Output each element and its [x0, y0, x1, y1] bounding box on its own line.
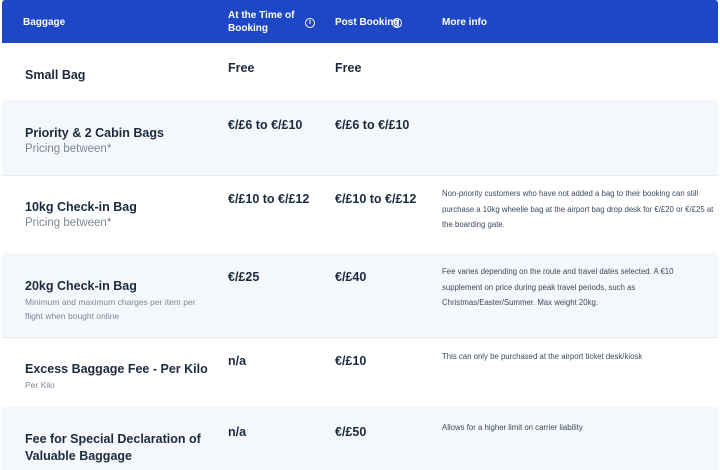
table-row: 10kg Check-in Bag Pricing between* €/£10… [2, 175, 718, 254]
price-post-booking: €/£10 to €/£12 [335, 192, 417, 206]
row-subtitle: Pricing between* [25, 217, 112, 229]
row-more-info: Allows for a higher limit on carrier lia… [442, 423, 583, 432]
row-title: Priority & 2 Cabin Bags [25, 126, 164, 140]
info-icon[interactable]: i [392, 18, 402, 28]
price-at-booking: €/£10 to €/£12 [228, 192, 310, 206]
price-post-booking: €/£50 [335, 425, 367, 439]
table-row: Small Bag Free Free [2, 43, 718, 101]
price-at-booking: €/£6 to €/£10 [228, 118, 303, 132]
row-subtitle: Per Kilo [25, 380, 55, 390]
row-more-info: Non-priority customers who have not adde… [442, 189, 714, 229]
price-post-booking: Free [335, 61, 362, 75]
table-header: Baggage At the Time of Booking i Post Bo… [2, 0, 718, 43]
price-at-booking: n/a [228, 354, 247, 368]
header-post-booking: Post Booking [335, 17, 400, 28]
row-title: 10kg Check-in Bag [25, 200, 137, 214]
price-post-booking: €/£10 [335, 354, 367, 368]
header-baggage: Baggage [23, 17, 66, 28]
table-row: 20kg Check-in Bag Minimum and maximum ch… [2, 253, 718, 338]
price-post-booking: €/£40 [335, 270, 367, 284]
table-row: Priority & 2 Cabin Bags Pricing between*… [2, 100, 718, 176]
row-title: Fee for Special Declaration of Valuable … [25, 432, 201, 463]
row-subtitle: Pricing between* [25, 143, 112, 155]
row-title: Small Bag [25, 68, 86, 82]
info-icon[interactable]: i [305, 18, 315, 28]
header-more-info: More info [442, 17, 487, 28]
row-more-info: Fee varies depending on the route and tr… [442, 267, 674, 307]
baggage-fees-table: Baggage At the Time of Booking i Post Bo… [2, 0, 718, 470]
table-row: Excess Baggage Fee - Per Kilo Per Kilo n… [2, 337, 718, 408]
price-post-booking: €/£6 to €/£10 [335, 118, 410, 132]
row-title: Excess Baggage Fee - Per Kilo [25, 362, 208, 376]
row-more-info: This can only be purchased at the airpor… [442, 352, 643, 361]
table-row: Fee for Special Declaration of Valuable … [2, 407, 718, 470]
price-at-booking: n/a [228, 425, 247, 439]
row-title: 20kg Check-in Bag [25, 279, 137, 293]
row-subtitle: Minimum and maximum charges per item per… [25, 297, 196, 321]
price-at-booking: €/£25 [228, 270, 260, 284]
price-at-booking: Free [228, 61, 255, 75]
